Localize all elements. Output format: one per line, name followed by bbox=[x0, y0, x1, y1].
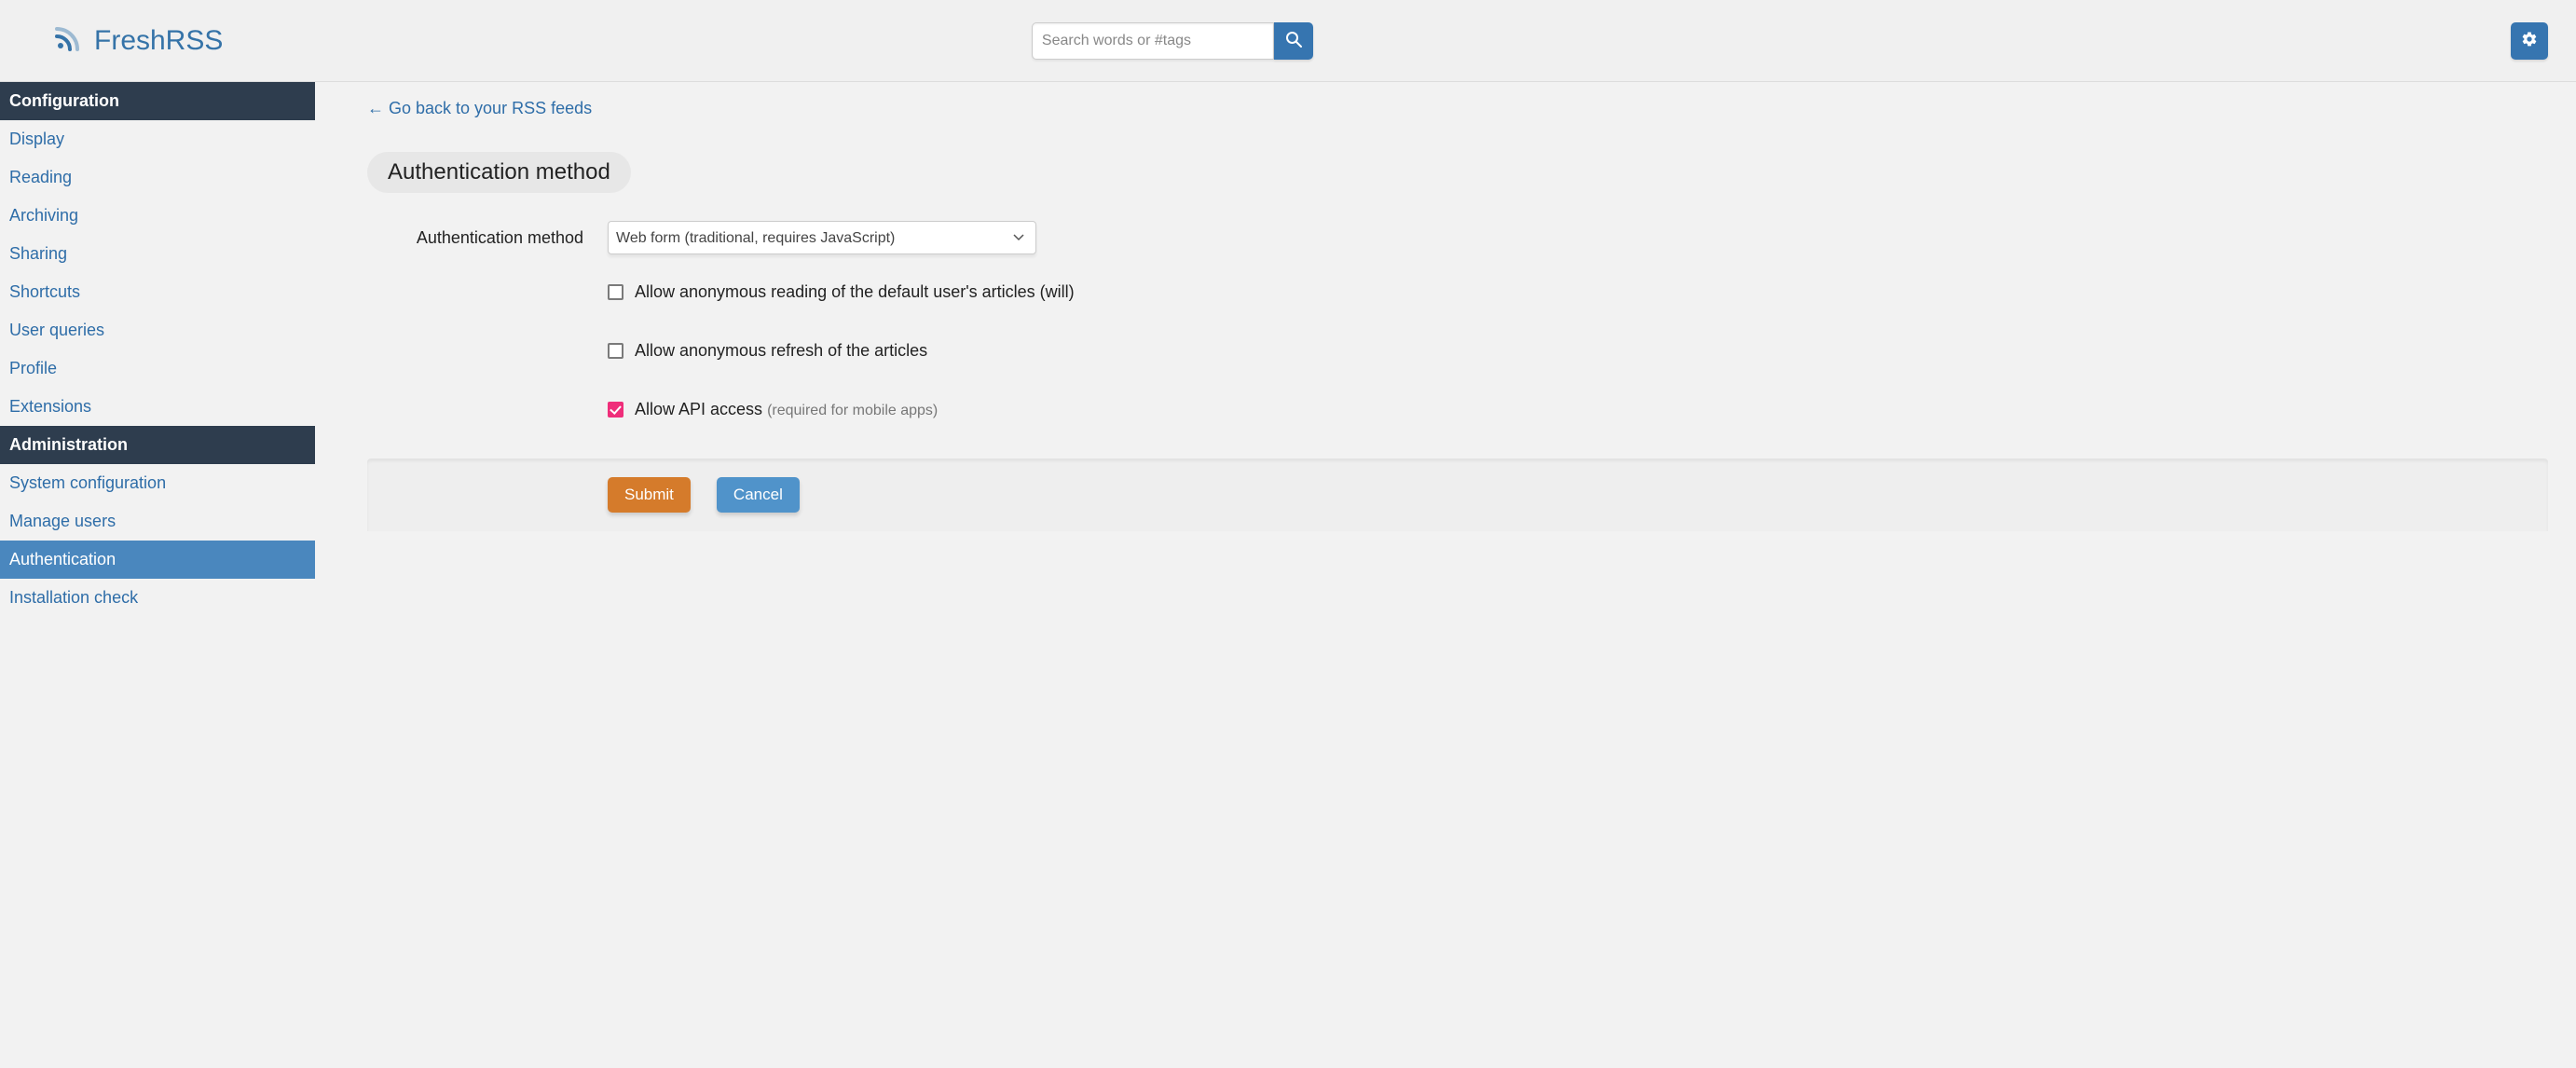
header: FreshRSS bbox=[0, 0, 2576, 82]
allow-api-label-text: Allow API access bbox=[635, 400, 767, 418]
allow-anon-read-checkbox[interactable] bbox=[608, 284, 623, 300]
sidebar-item-authentication[interactable]: Authentication bbox=[0, 541, 315, 579]
sidebar-item-archiving[interactable]: Archiving bbox=[0, 197, 315, 235]
sidebar-head-administration: Administration bbox=[0, 426, 315, 464]
sidebar-item-sharing[interactable]: Sharing bbox=[0, 235, 315, 273]
main-content: ← Go back to your RSS feeds Authenticati… bbox=[315, 82, 2576, 1068]
auth-method-select[interactable]: Web form (traditional, requires JavaScri… bbox=[608, 221, 1036, 254]
allow-api-label[interactable]: Allow API access (required for mobile ap… bbox=[635, 400, 938, 419]
sidebar-item-reading[interactable]: Reading bbox=[0, 158, 315, 197]
allow-anon-refresh-checkbox[interactable] bbox=[608, 343, 623, 359]
sidebar-item-profile[interactable]: Profile bbox=[0, 349, 315, 388]
settings-button[interactable] bbox=[2511, 22, 2548, 60]
auth-method-label: Authentication method bbox=[367, 228, 608, 248]
allow-anon-refresh-row: Allow anonymous refresh of the articles bbox=[608, 341, 2548, 361]
auth-method-row: Authentication method Web form (traditio… bbox=[367, 221, 2548, 254]
sidebar-item-manage-users[interactable]: Manage users bbox=[0, 502, 315, 541]
gear-icon bbox=[2521, 31, 2538, 50]
sidebar: Configuration Display Reading Archiving … bbox=[0, 82, 315, 1068]
sidebar-item-installation-check[interactable]: Installation check bbox=[0, 579, 315, 617]
sidebar-item-display[interactable]: Display bbox=[0, 120, 315, 158]
allow-anon-refresh-label[interactable]: Allow anonymous refresh of the articles bbox=[635, 341, 927, 361]
allow-anon-read-row: Allow anonymous reading of the default u… bbox=[608, 282, 2548, 302]
sidebar-item-user-queries[interactable]: User queries bbox=[0, 311, 315, 349]
brand-link[interactable]: FreshRSS bbox=[51, 21, 223, 60]
search-input[interactable] bbox=[1032, 22, 1274, 60]
allow-api-checkbox[interactable] bbox=[608, 402, 623, 418]
form-actions: Submit Cancel bbox=[367, 459, 2548, 531]
rss-logo-icon bbox=[51, 21, 85, 60]
brand-name: FreshRSS bbox=[94, 25, 223, 57]
sidebar-item-extensions[interactable]: Extensions bbox=[0, 388, 315, 426]
allow-api-label-muted: (required for mobile apps) bbox=[767, 403, 938, 418]
back-link[interactable]: ← Go back to your RSS feeds bbox=[367, 99, 592, 118]
search-form bbox=[1032, 22, 1313, 60]
submit-button[interactable]: Submit bbox=[608, 477, 691, 513]
allow-anon-read-label[interactable]: Allow anonymous reading of the default u… bbox=[635, 282, 1075, 302]
sidebar-head-configuration: Configuration bbox=[0, 82, 315, 120]
sidebar-item-system-configuration[interactable]: System configuration bbox=[0, 464, 315, 502]
allow-api-row: Allow API access (required for mobile ap… bbox=[608, 400, 2548, 419]
sidebar-item-shortcuts[interactable]: Shortcuts bbox=[0, 273, 315, 311]
page-title: Authentication method bbox=[367, 152, 631, 193]
search-icon bbox=[1285, 31, 1302, 50]
cancel-button[interactable]: Cancel bbox=[717, 477, 800, 513]
search-button[interactable] bbox=[1274, 22, 1313, 60]
